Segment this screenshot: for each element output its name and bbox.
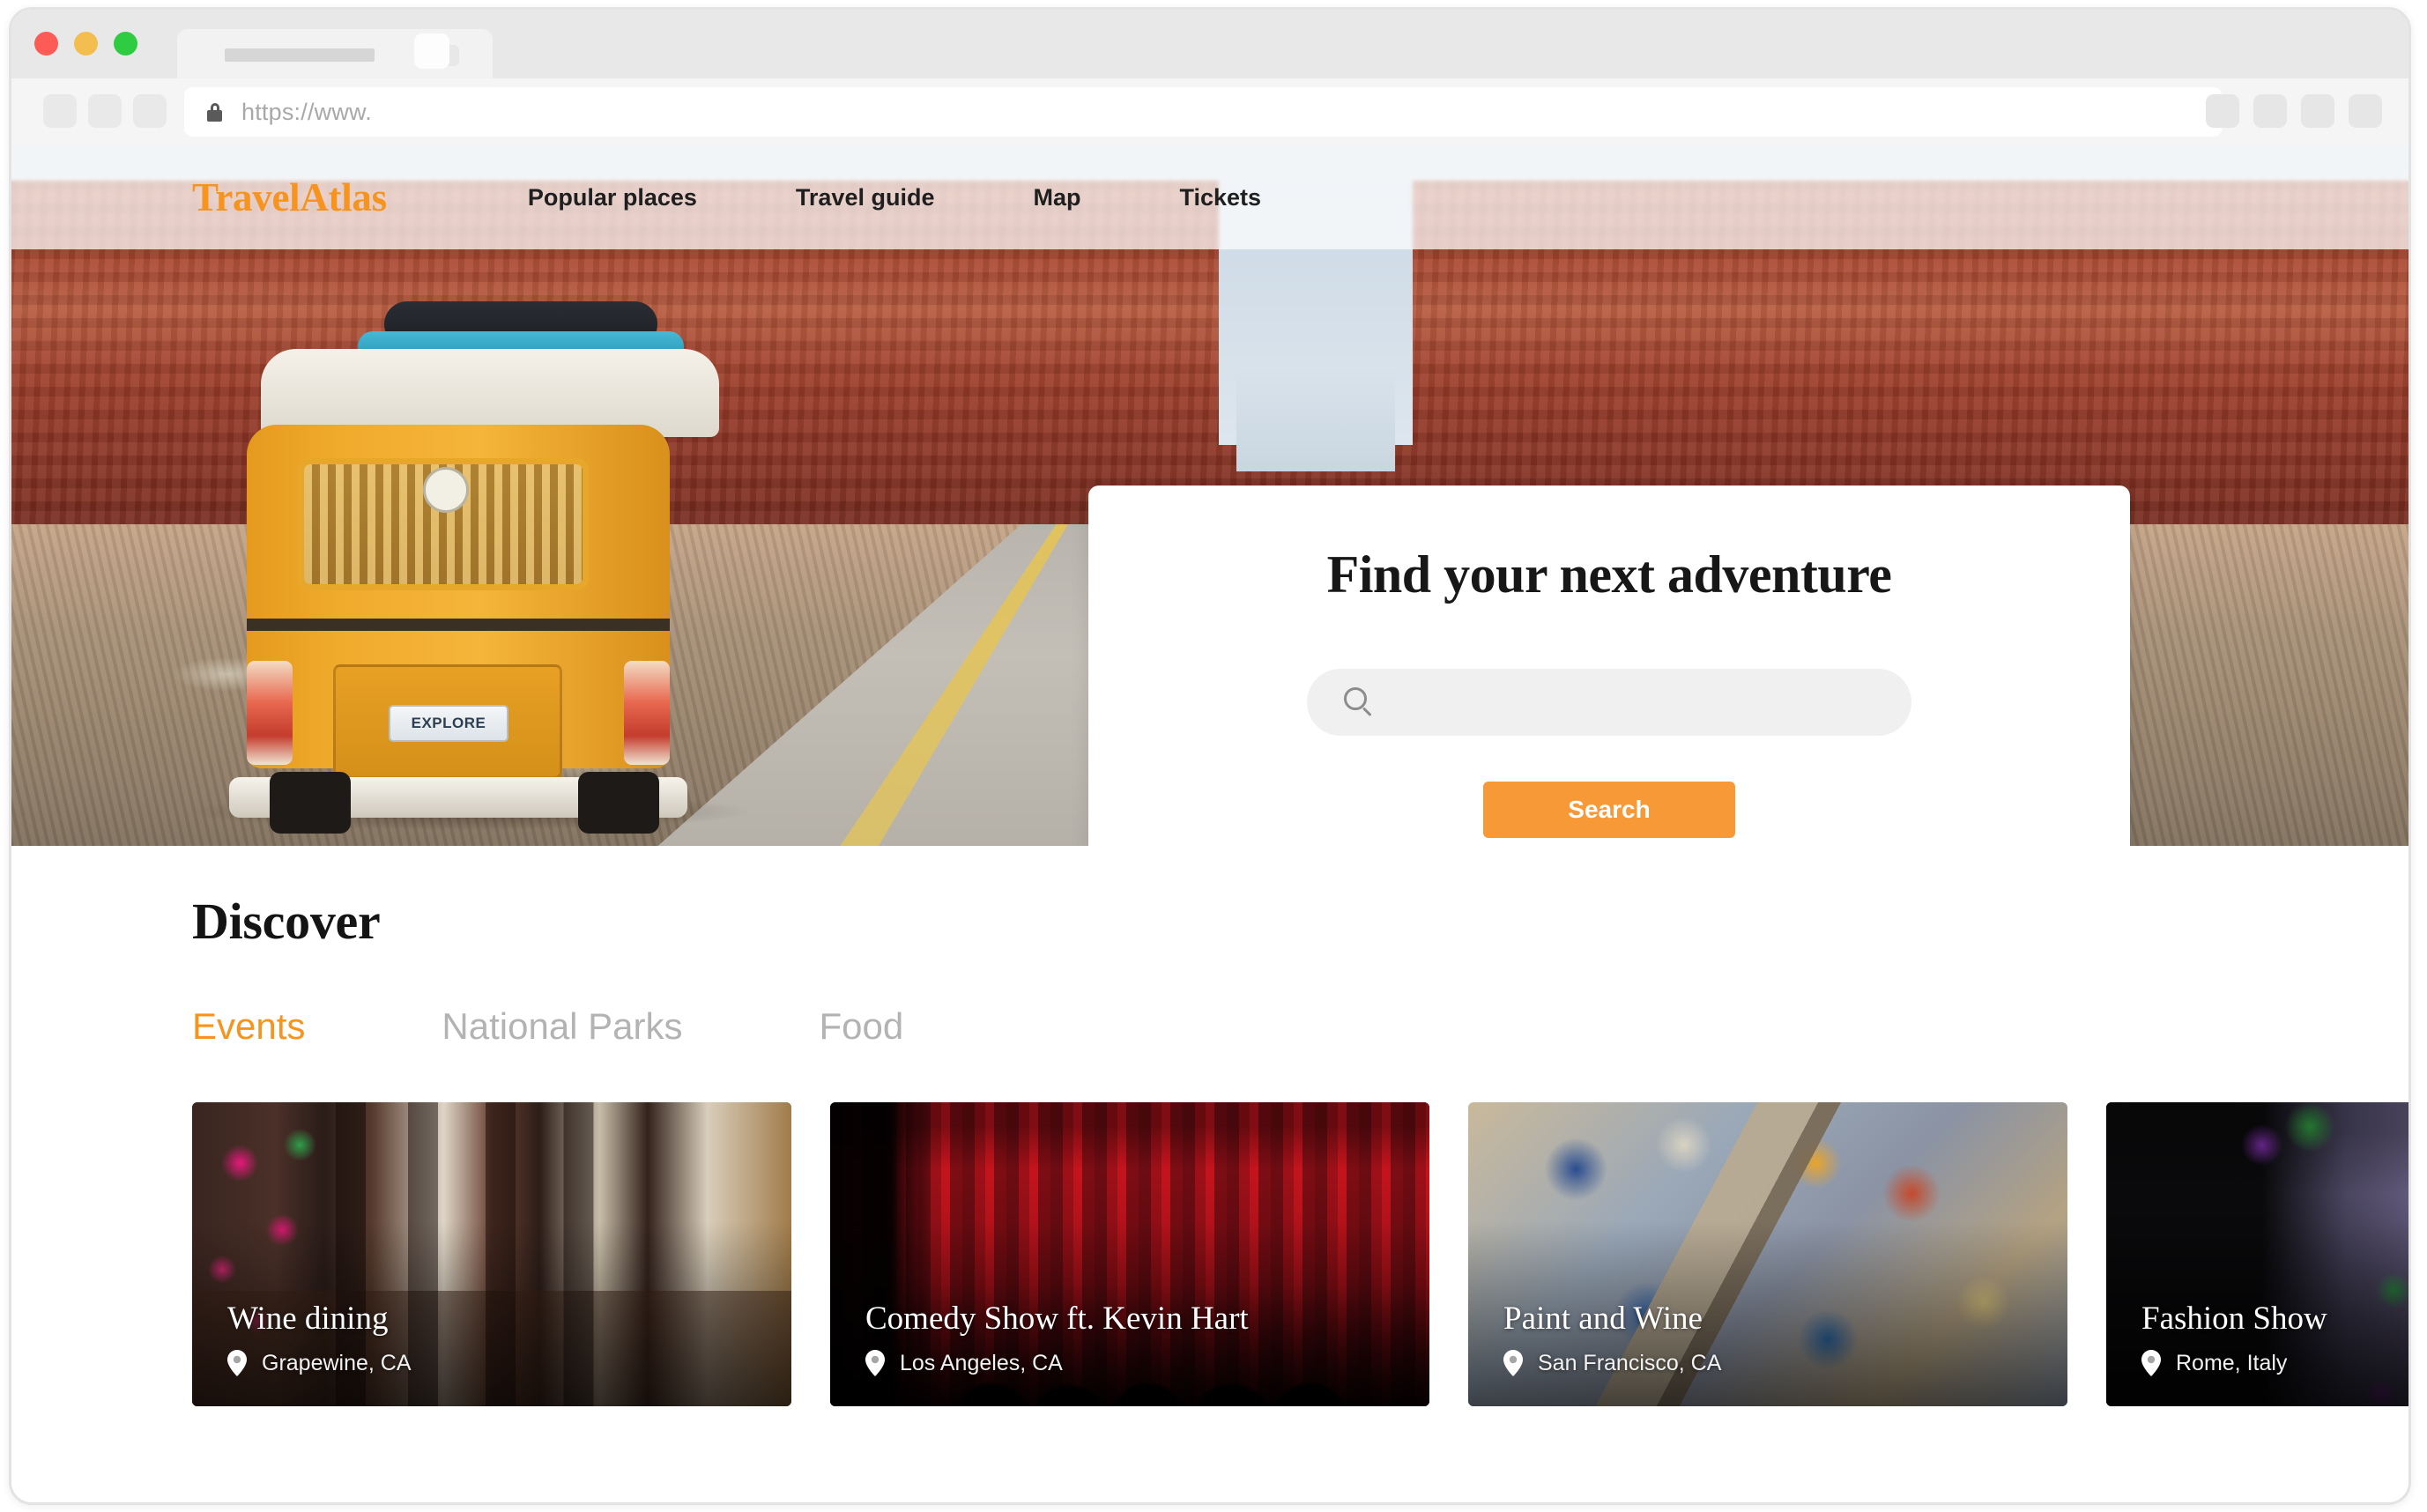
search-button[interactable]: Search xyxy=(1483,782,1735,838)
card-location-text: Rome, Italy xyxy=(2176,1350,2288,1375)
reload-button[interactable] xyxy=(133,94,167,128)
card-location: San Francisco, CA xyxy=(1503,1350,2050,1376)
card-title: Paint and Wine xyxy=(1503,1301,1703,1337)
extension-button-1[interactable] xyxy=(2206,94,2239,128)
tab-national-parks[interactable]: National Parks xyxy=(442,1005,682,1048)
search-card: Find your next adventure Search xyxy=(1088,485,2130,846)
card-location: Grapewine, CA xyxy=(227,1350,774,1376)
location-pin-icon xyxy=(227,1350,247,1376)
navigation-buttons xyxy=(43,94,167,128)
card-location: Rome, Italy xyxy=(2141,1350,2408,1376)
lock-icon xyxy=(207,102,222,122)
extension-button-3[interactable] xyxy=(2301,94,2334,128)
nav-item-travel-guide[interactable]: Travel guide xyxy=(796,184,935,211)
discover-section: Discover Events National Parks Food Wine… xyxy=(11,846,2408,1406)
nav-item-popular-places[interactable]: Popular places xyxy=(528,184,697,211)
nav-item-map[interactable]: Map xyxy=(1033,184,1080,211)
search-input[interactable] xyxy=(1390,668,1911,737)
search-icon xyxy=(1344,687,1374,717)
browser-toolbar: https://www. xyxy=(11,78,2408,145)
discover-tabs: Events National Parks Food xyxy=(192,1005,2408,1048)
site-logo[interactable]: TravelAtlas xyxy=(192,174,387,220)
card-title: Comedy Show ft. Kevin Hart xyxy=(865,1301,1249,1337)
discover-heading: Discover xyxy=(192,893,381,950)
toolbar-buttons xyxy=(2206,94,2382,128)
address-bar-text: https://www. xyxy=(241,98,372,125)
card-location: Los Angeles, CA xyxy=(865,1350,1412,1376)
card-location-text: San Francisco, CA xyxy=(1538,1350,1722,1375)
browser-menu-button[interactable] xyxy=(2349,94,2382,128)
location-pin-icon xyxy=(865,1350,885,1376)
discover-card[interactable]: Wine dining Grapewine, CA xyxy=(192,1102,791,1406)
location-pin-icon xyxy=(2141,1350,2161,1376)
extension-button-2[interactable] xyxy=(2253,94,2287,128)
tab-title-placeholder xyxy=(225,48,375,62)
minimize-window-button[interactable] xyxy=(74,32,98,56)
card-location-text: Grapewine, CA xyxy=(262,1350,412,1375)
address-bar[interactable]: https://www. xyxy=(184,87,2222,137)
card-location-text: Los Angeles, CA xyxy=(900,1350,1063,1375)
site-navbar: TravelAtlas Popular places Travel guide … xyxy=(11,145,2408,249)
new-tab-button[interactable] xyxy=(414,33,449,69)
browser-tab-strip xyxy=(11,10,2408,78)
tab-events[interactable]: Events xyxy=(192,1005,305,1048)
back-button[interactable] xyxy=(43,94,77,128)
discover-card[interactable]: Fashion Show Rome, Italy xyxy=(2106,1102,2408,1406)
close-window-button[interactable] xyxy=(34,32,58,56)
browser-window: https://www. EXPLORE TravelAtlas Popular… xyxy=(9,7,2411,1505)
forward-button[interactable] xyxy=(88,94,122,128)
discover-card-grid: Wine dining Grapewine, CA Comedy Show ft… xyxy=(192,1102,2408,1406)
discover-card[interactable]: Paint and Wine San Francisco, CA xyxy=(1468,1102,2067,1406)
search-field-wrapper[interactable] xyxy=(1307,668,1911,737)
camper-van-illustration: EXPLORE xyxy=(166,301,774,834)
license-plate: EXPLORE xyxy=(389,705,508,742)
card-title: Wine dining xyxy=(227,1301,389,1337)
window-controls xyxy=(34,32,137,56)
hero-section: EXPLORE TravelAtlas Popular places Trave… xyxy=(11,145,2408,846)
main-navigation: Popular places Travel guide Map Tickets xyxy=(528,184,1261,211)
nav-item-tickets[interactable]: Tickets xyxy=(1179,184,1261,211)
discover-card[interactable]: Comedy Show ft. Kevin Hart Los Angeles, … xyxy=(830,1102,1429,1406)
card-title: Fashion Show xyxy=(2141,1301,2327,1337)
tab-food[interactable]: Food xyxy=(820,1005,904,1048)
search-card-title: Find your next adventure xyxy=(1326,545,1892,604)
location-pin-icon xyxy=(1503,1350,1523,1376)
page-viewport: EXPLORE TravelAtlas Popular places Trave… xyxy=(11,145,2408,1502)
maximize-window-button[interactable] xyxy=(114,32,137,56)
